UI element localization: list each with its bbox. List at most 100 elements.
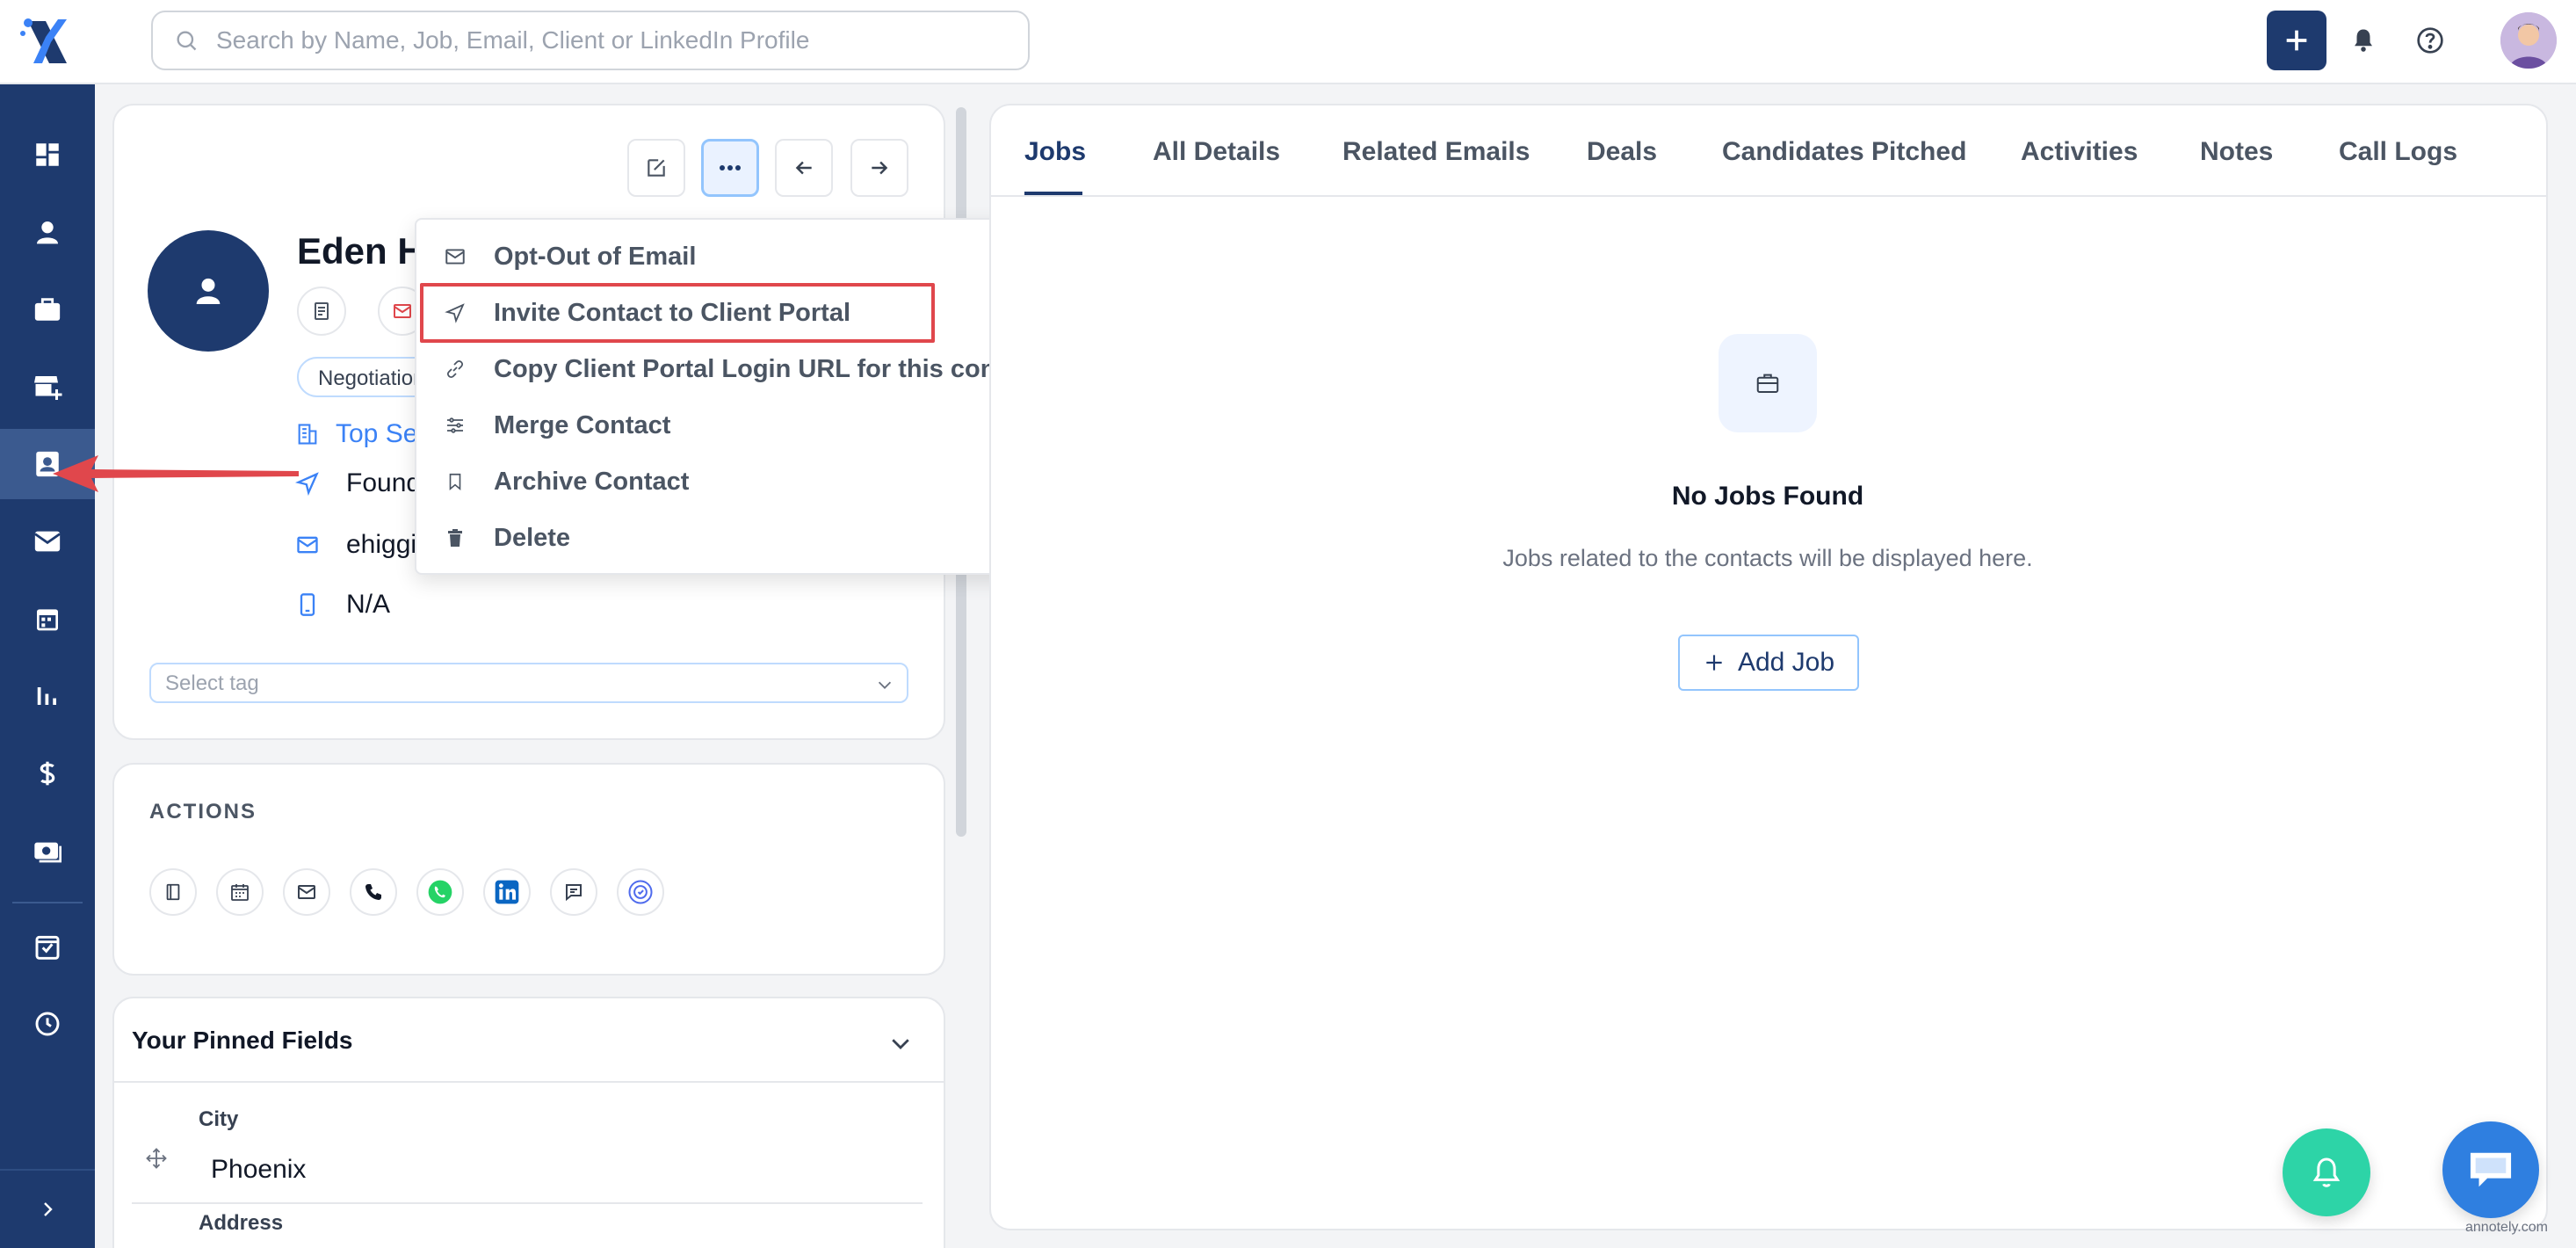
menu-item-delete[interactable]: Delete — [416, 510, 1049, 566]
action-email-button[interactable] — [283, 868, 330, 916]
empty-state-title: No Jobs Found — [1671, 482, 1864, 511]
linkedin-icon — [495, 880, 519, 904]
help-icon — [2417, 27, 2443, 54]
mail-icon — [443, 244, 467, 269]
pinned-fields-title: Your Pinned Fields — [132, 1027, 353, 1054]
sidebar-item-billing[interactable] — [0, 816, 95, 886]
menu-item-label: Copy Client Portal Login URL for this co… — [494, 354, 1041, 383]
bell-icon — [2355, 29, 2372, 52]
actions-heading: ACTIONS — [149, 800, 257, 824]
tab-activities[interactable]: Activities — [2021, 137, 2138, 167]
notes-button[interactable] — [297, 287, 346, 336]
tab-deals[interactable]: Deals — [1587, 137, 1657, 167]
next-contact-button[interactable] — [850, 139, 908, 197]
menu-item-merge-contact[interactable]: Merge Contact — [416, 397, 1049, 453]
menu-item-copy-portal-url[interactable]: Copy Client Portal Login URL for this co… — [416, 341, 1049, 397]
person-icon — [37, 221, 58, 244]
search-placeholder: Search by Name, Job, Email, Client or Li… — [216, 26, 810, 54]
menu-item-label: Delete — [494, 523, 571, 552]
chevron-right-icon — [44, 1202, 53, 1216]
envelope-icon — [34, 531, 61, 552]
phone-icon — [300, 593, 315, 616]
sidebar-item-dashboard[interactable] — [0, 120, 95, 190]
divider — [132, 1202, 923, 1204]
annotation-highlight-box — [420, 283, 935, 343]
edit-button[interactable] — [627, 139, 685, 197]
field-label-city: City — [199, 1107, 239, 1131]
search-icon — [177, 31, 197, 51]
chat-bubble-icon — [2470, 1152, 2512, 1187]
empty-state-description: Jobs related to the contacts will be dis… — [1502, 545, 2033, 571]
tag-select[interactable]: Select tag — [149, 663, 908, 703]
help-button[interactable] — [2409, 19, 2451, 62]
target-icon — [628, 880, 653, 904]
sidebar-item-deals[interactable] — [0, 738, 95, 809]
sidebar-item-history[interactable] — [0, 989, 95, 1059]
more-options-button[interactable] — [701, 139, 759, 197]
contact-email[interactable]: ehiggi — [346, 530, 416, 560]
reminders-fab[interactable] — [2283, 1128, 2370, 1216]
action-message-button[interactable] — [550, 868, 597, 916]
company-link[interactable]: Top Se — [336, 419, 417, 449]
sidebar-item-calendar[interactable] — [0, 584, 95, 654]
whatsapp-icon — [428, 880, 452, 904]
bell-icon — [2312, 1157, 2341, 1187]
contact-title: Found — [346, 468, 422, 497]
action-schedule-button[interactable] — [216, 868, 264, 916]
tab-call-logs[interactable]: Call Logs — [2339, 137, 2457, 167]
previous-contact-button[interactable] — [775, 139, 833, 197]
trash-icon — [443, 526, 467, 550]
arrow-right-icon — [872, 161, 888, 175]
menu-item-label: Archive Contact — [494, 467, 690, 496]
add-new-button[interactable] — [2267, 11, 2326, 70]
sidebar-item-jobs[interactable] — [0, 274, 95, 345]
menu-item-archive-contact[interactable]: Archive Contact — [416, 453, 1049, 510]
add-job-button[interactable]: Add Job — [1678, 635, 1859, 691]
top-bar: Search by Name, Job, Email, Client or Li… — [0, 0, 2576, 84]
sidebar-item-email[interactable] — [0, 506, 95, 577]
field-value-city[interactable]: Phoenix — [211, 1155, 306, 1185]
bookmark-icon — [443, 469, 467, 494]
details-tabs: Jobs All Details Related Emails Deals Ca… — [989, 105, 2548, 197]
mail-icon — [394, 304, 411, 318]
notifications-button[interactable] — [2342, 19, 2384, 62]
action-whatsapp-button[interactable] — [416, 868, 464, 916]
action-linkedin-button[interactable] — [483, 868, 531, 916]
user-avatar[interactable] — [2500, 12, 2557, 69]
add-job-label: Add Job — [1737, 648, 1835, 677]
app-logo[interactable] — [16, 11, 79, 74]
chat-fab[interactable] — [2442, 1121, 2539, 1218]
sidebar-item-tasks[interactable] — [0, 911, 95, 982]
tab-candidates-pitched[interactable]: Candidates Pitched — [1722, 137, 1966, 167]
drag-handle-icon[interactable] — [144, 1146, 169, 1171]
arrow-left-icon — [795, 161, 812, 175]
action-notes-button[interactable] — [149, 868, 197, 916]
tab-jobs[interactable]: Jobs — [1024, 137, 1086, 167]
person-icon — [196, 278, 221, 304]
sidebar-item-clients[interactable] — [0, 352, 95, 422]
edit-icon — [648, 159, 665, 177]
calendar-icon — [231, 884, 249, 901]
divider — [114, 1081, 944, 1083]
menu-item-label: Opt-Out of Email — [494, 242, 697, 271]
action-target-button[interactable] — [617, 868, 664, 916]
menu-item-label: Merge Contact — [494, 410, 671, 439]
action-call-button[interactable] — [350, 868, 397, 916]
briefcase-icon — [1756, 374, 1779, 393]
company-row: Top Se — [295, 415, 417, 453]
tab-notes[interactable]: Notes — [2200, 137, 2273, 167]
mail-icon — [298, 885, 315, 899]
chevron-down-icon[interactable] — [887, 1030, 914, 1056]
watermark: annotely.com — [2465, 1220, 2548, 1235]
tab-related-emails[interactable]: Related Emails — [1342, 137, 1530, 167]
sidebar-expand-button[interactable] — [0, 1169, 95, 1248]
sidebar-divider — [12, 902, 83, 903]
dashboard-icon — [36, 143, 59, 166]
sidebar-item-reports[interactable] — [0, 661, 95, 731]
search-input[interactable]: Search by Name, Job, Email, Client or Li… — [151, 11, 1030, 70]
sidebar-item-candidates[interactable] — [0, 197, 95, 267]
tab-all-details[interactable]: All Details — [1153, 137, 1280, 167]
dollar-icon — [40, 761, 55, 786]
menu-item-opt-out-email[interactable]: Opt-Out of Email — [416, 229, 1049, 285]
phone-icon — [365, 884, 381, 900]
